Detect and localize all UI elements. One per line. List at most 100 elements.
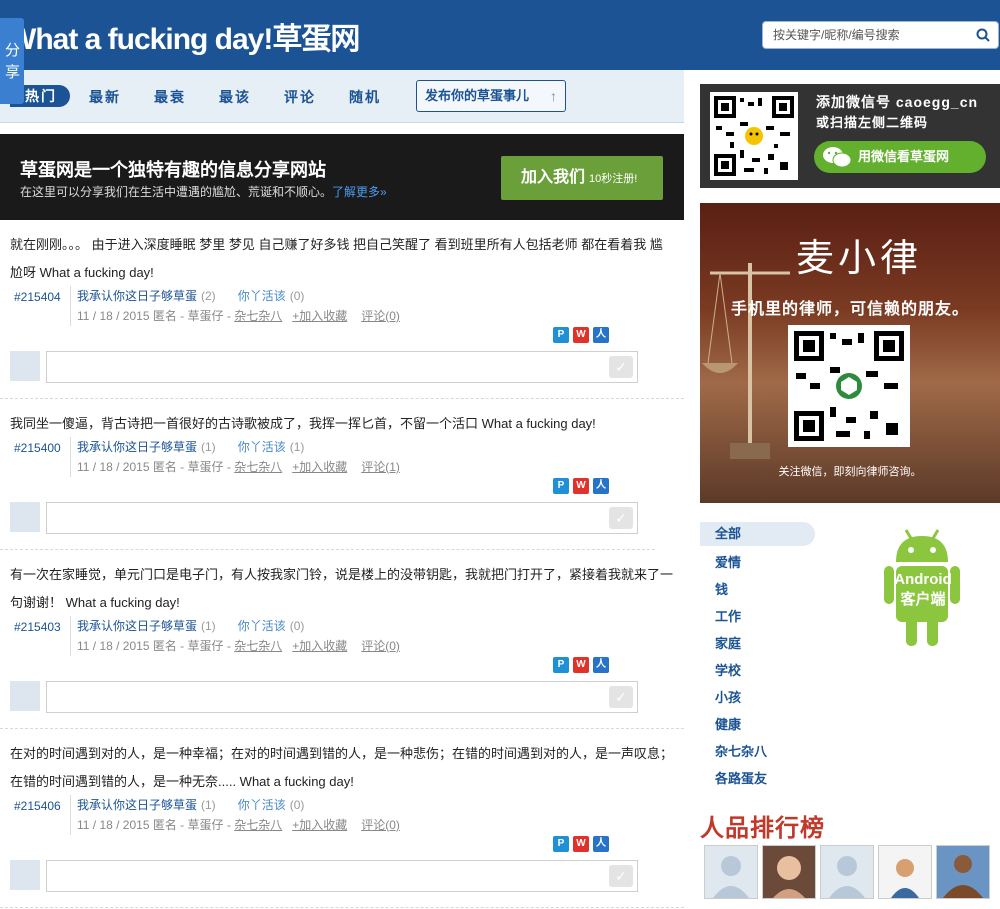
check-icon[interactable]: ✓ xyxy=(609,686,633,708)
publish-button[interactable]: 发布你的草蛋事儿 ↑ xyxy=(416,80,566,112)
comment-link[interactable]: 评论(0) xyxy=(361,639,400,653)
category-link[interactable]: 杂七杂八 xyxy=(234,818,282,832)
add-favorite-link[interactable]: +加入收藏 xyxy=(292,460,347,474)
learn-more-link[interactable]: 了解更多» xyxy=(332,185,387,199)
share-weibo-icon[interactable]: W xyxy=(573,327,589,343)
deserve-link[interactable]: 你丫活该 xyxy=(238,289,286,303)
comment-input[interactable]: ✓ xyxy=(46,351,638,383)
post-id[interactable]: #215400 xyxy=(14,441,61,455)
comment-link[interactable]: 评论(0) xyxy=(361,818,400,832)
check-icon[interactable]: ✓ xyxy=(609,507,633,529)
android-client-link[interactable]: Android 客户端 xyxy=(882,526,962,648)
lawyer-ad-tagline: 手机里的律师，可信赖的朋友。 xyxy=(730,301,969,318)
user-photo-icon xyxy=(763,846,815,898)
category-item-school[interactable]: 学校 xyxy=(700,657,880,684)
wechat-scan-text: 或扫描左侧二维码 xyxy=(816,115,929,130)
category-item-friends[interactable]: 各路蛋友 xyxy=(700,765,880,792)
share-tab[interactable]: 分享 xyxy=(0,18,24,104)
nav-tab-latest[interactable]: 最新 xyxy=(89,87,121,107)
deserve-link[interactable]: 你丫活该 xyxy=(238,440,286,454)
agree-link[interactable]: 我承认你这日子够草蛋 xyxy=(77,798,197,812)
qr-code-icon xyxy=(788,325,910,447)
rank-avatar[interactable] xyxy=(820,845,874,899)
share-renren-icon[interactable]: 人 xyxy=(593,327,609,343)
share-qzone-icon[interactable]: P xyxy=(553,836,569,852)
share-qzone-icon[interactable]: P xyxy=(553,478,569,494)
post-id[interactable]: #215403 xyxy=(14,620,61,634)
search-icon[interactable] xyxy=(976,28,990,42)
banner-subtitle: 在这里可以分享我们在生活中遭遇的尴尬、荒诞和不顺心。了解更多» xyxy=(20,185,387,199)
arrow-up-icon: ↑ xyxy=(550,88,557,104)
nav-tab-random[interactable]: 随机 xyxy=(349,87,381,107)
wechat-id-text: 添加微信号 caoegg_cn xyxy=(816,94,979,110)
search-input[interactable] xyxy=(763,22,968,48)
category-item-health[interactable]: 健康 xyxy=(700,711,880,738)
post-id[interactable]: #215404 xyxy=(14,290,61,304)
add-favorite-link[interactable]: +加入收藏 xyxy=(292,818,347,832)
rank-avatar[interactable] xyxy=(878,845,932,899)
category-item-kids[interactable]: 小孩 xyxy=(700,684,880,711)
rank-avatar[interactable] xyxy=(936,845,990,899)
user-photo-icon xyxy=(937,846,989,898)
comment-link[interactable]: 评论(0) xyxy=(361,309,400,323)
wechat-icon xyxy=(823,147,852,168)
post-id[interactable]: #215406 xyxy=(14,799,61,813)
nav-tab-worst[interactable]: 最衰 xyxy=(154,87,186,107)
add-favorite-link[interactable]: +加入收藏 xyxy=(292,639,347,653)
category-item-misc[interactable]: 杂七杂八 xyxy=(700,738,880,765)
join-button[interactable]: 加入我们 10秒注册! xyxy=(501,156,663,200)
agree-link[interactable]: 我承认你这日子够草蛋 xyxy=(77,440,197,454)
category-item-work[interactable]: 工作 xyxy=(700,603,880,630)
category-list: 全部 爱情 钱 工作 家庭 学校 小孩 健康 杂七杂八 各路蛋友 xyxy=(700,522,880,792)
wechat-view-button[interactable]: 用微信看草蛋网 xyxy=(814,141,986,173)
check-icon[interactable]: ✓ xyxy=(609,356,633,378)
nav-tab-deserved[interactable]: 最该 xyxy=(219,87,251,107)
nav-tab-comments[interactable]: 评论 xyxy=(284,87,316,107)
lawyer-ad[interactable]: 麦小律 手机里的律师，可信赖的朋友。 关注微信，即刻向律师咨询。 xyxy=(700,203,1000,503)
category-link[interactable]: 杂七杂八 xyxy=(234,460,282,474)
share-renren-icon[interactable]: 人 xyxy=(593,657,609,673)
search-box[interactable] xyxy=(762,21,999,49)
rank-avatars xyxy=(704,845,990,899)
post-meta: 我承认你这日子够草蛋 (2) 你丫活该 (0) 11 / 18 / 2015 匿名 -… xyxy=(70,286,400,326)
share-weibo-icon[interactable]: W xyxy=(573,836,589,852)
deserve-link[interactable]: 你丫活该 xyxy=(238,798,286,812)
agree-link[interactable]: 我承认你这日子够草蛋 xyxy=(77,289,197,303)
share-renren-icon[interactable]: 人 xyxy=(593,478,609,494)
share-qzone-icon[interactable]: P xyxy=(553,657,569,673)
agree-link[interactable]: 我承认你这日子够草蛋 xyxy=(77,619,197,633)
rank-avatar[interactable] xyxy=(704,845,758,899)
share-weibo-icon[interactable]: W xyxy=(573,478,589,494)
share-weibo-icon[interactable]: W xyxy=(573,657,589,673)
scales-icon xyxy=(702,263,790,459)
category-item-all[interactable]: 全部 xyxy=(700,522,815,546)
category-link[interactable]: 杂七杂八 xyxy=(234,309,282,323)
share-icons: P W 人 xyxy=(553,327,609,343)
comment-link[interactable]: 评论(1) xyxy=(361,460,400,474)
comment-input[interactable]: ✓ xyxy=(46,860,638,892)
avatar xyxy=(10,860,40,890)
check-icon[interactable]: ✓ xyxy=(609,865,633,887)
add-favorite-link[interactable]: +加入收藏 xyxy=(292,309,347,323)
site-header: What a fucking day!草蛋网 xyxy=(0,0,1000,70)
comment-input[interactable]: ✓ xyxy=(46,502,638,534)
share-icons: P W 人 xyxy=(553,478,609,494)
post-meta: 我承认你这日子够草蛋 (1) 你丫活该 (0) 11 / 18 / 2015 匿名 -… xyxy=(70,795,400,835)
avatar xyxy=(10,502,40,532)
deserve-link[interactable]: 你丫活该 xyxy=(238,619,286,633)
category-item-money[interactable]: 钱 xyxy=(700,576,880,603)
category-item-family[interactable]: 家庭 xyxy=(700,630,880,657)
category-item-love[interactable]: 爱情 xyxy=(700,549,880,576)
share-qzone-icon[interactable]: P xyxy=(553,327,569,343)
user-placeholder-icon xyxy=(821,846,873,898)
lawyer-ad-title: 麦小律 xyxy=(796,236,923,280)
user-placeholder-icon xyxy=(705,846,757,898)
share-renren-icon[interactable]: 人 xyxy=(593,836,609,852)
rank-avatar[interactable] xyxy=(762,845,816,899)
category-link[interactable]: 杂七杂八 xyxy=(234,639,282,653)
post-meta: 我承认你这日子够草蛋 (1) 你丫活该 (1) 11 / 18 / 2015 匿名 -… xyxy=(70,437,400,477)
comment-input[interactable]: ✓ xyxy=(46,681,638,713)
avatar xyxy=(10,351,40,381)
wechat-panel: 添加微信号 caoegg_cn 或扫描左侧二维码 用微信看草蛋网 xyxy=(700,84,1000,188)
site-logo[interactable]: What a fucking day!草蛋网 xyxy=(8,14,360,58)
